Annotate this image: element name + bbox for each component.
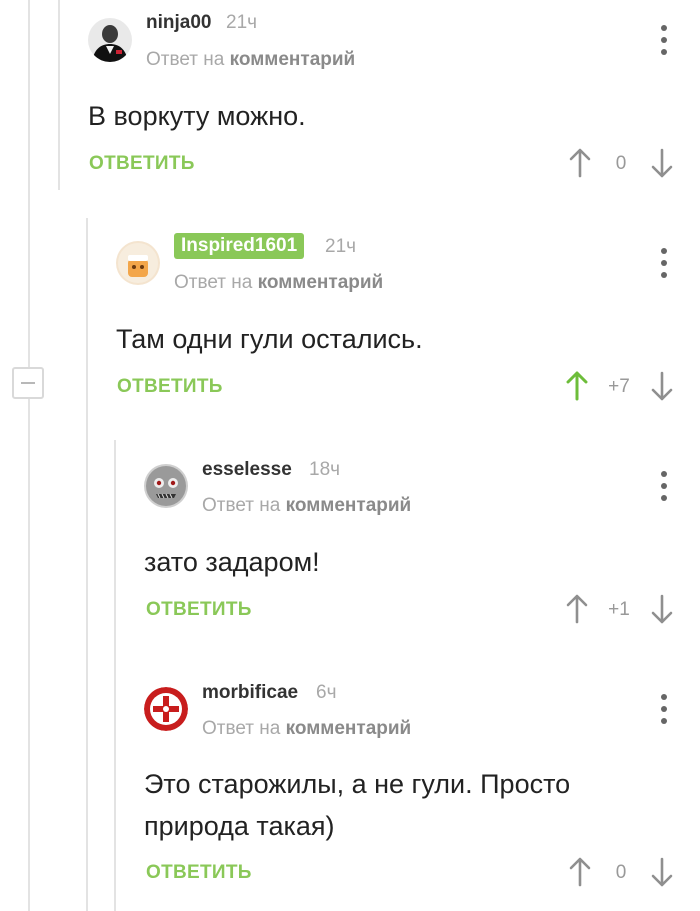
timestamp: 6ч — [316, 682, 337, 703]
reply-button[interactable]: ОТВЕТИТЬ — [146, 862, 252, 884]
reply-target-link[interactable]: комментарий — [230, 49, 356, 70]
comment-text: Там одни гули остались. — [116, 324, 423, 354]
rating: 0 — [615, 153, 627, 174]
reply-target-link[interactable]: комментарий — [258, 272, 384, 293]
reply-button[interactable]: ОТВЕТИТЬ — [89, 153, 195, 175]
rating: 0 — [615, 862, 627, 883]
thread-line-level2 — [86, 218, 88, 911]
reply-prefix: Ответ на — [202, 495, 281, 516]
reply-prefix: Ответ на — [174, 272, 253, 293]
arrow-up-icon[interactable] — [566, 594, 588, 624]
reply-to-label: Ответ на комментарий — [202, 718, 411, 740]
minus-icon — [21, 382, 35, 384]
avatar[interactable] — [116, 241, 160, 285]
more-options-icon[interactable] — [660, 694, 668, 724]
more-options-icon[interactable] — [660, 248, 668, 278]
reply-button[interactable]: ОТВЕТИТЬ — [117, 376, 223, 398]
username[interactable]: esselesse — [202, 459, 292, 481]
arrow-down-icon[interactable] — [651, 371, 673, 401]
collapse-thread-button[interactable] — [12, 367, 44, 399]
comment-text: Это старожилы, а не гули. Просто природа… — [144, 769, 571, 841]
timestamp: 18ч — [309, 459, 341, 480]
comment-text: зато задаром! — [144, 547, 320, 577]
timestamp: 21ч — [226, 12, 258, 33]
avatar[interactable] — [144, 687, 188, 731]
reply-prefix: Ответ на — [146, 49, 225, 70]
more-options-icon[interactable] — [660, 25, 668, 55]
avatar[interactable] — [88, 18, 132, 62]
reply-to-label: Ответ на комментарий — [202, 495, 411, 517]
comment-text: В воркуту можно. — [88, 101, 306, 131]
username-badge[interactable]: Inspired1601 — [174, 233, 305, 259]
arrow-down-icon[interactable] — [651, 594, 673, 624]
arrow-down-icon[interactable] — [651, 148, 673, 178]
username[interactable]: ninja00 — [146, 12, 211, 34]
reply-target-link[interactable]: комментарий — [286, 718, 412, 739]
arrow-up-icon[interactable] — [566, 371, 588, 401]
reply-to-label: Ответ на комментарий — [174, 272, 383, 294]
arrow-up-icon[interactable] — [569, 857, 591, 887]
reply-prefix: Ответ на — [202, 718, 281, 739]
rating: +7 — [608, 376, 630, 397]
reply-to-label: Ответ на комментарий — [146, 49, 355, 71]
reply-button[interactable]: ОТВЕТИТЬ — [146, 599, 252, 621]
more-options-icon[interactable] — [660, 471, 668, 501]
timestamp: 21ч — [325, 236, 357, 257]
thread-line-level3 — [114, 440, 116, 911]
thread-line-root — [28, 0, 30, 911]
thread-line-level1 — [58, 0, 60, 190]
rating: +1 — [608, 599, 630, 620]
reply-target-link[interactable]: комментарий — [286, 495, 412, 516]
username[interactable]: morbificae — [202, 682, 298, 704]
avatar[interactable] — [144, 464, 188, 508]
arrow-down-icon[interactable] — [651, 857, 673, 887]
arrow-up-icon[interactable] — [569, 148, 591, 178]
